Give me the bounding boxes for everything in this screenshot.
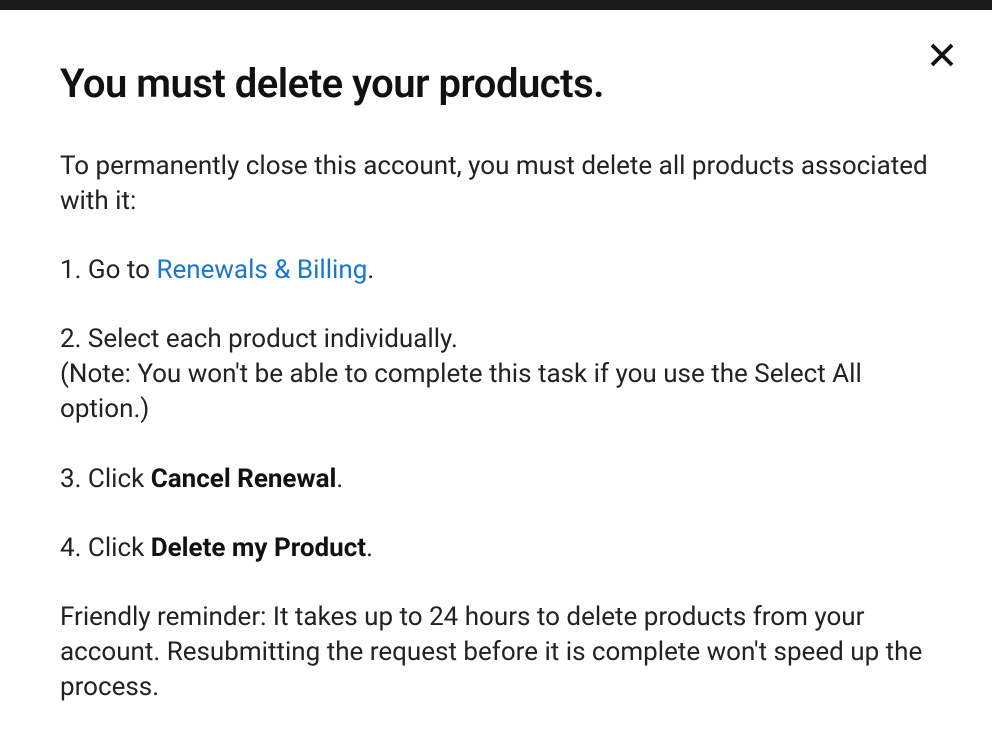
step-1-suffix: . [367, 255, 374, 285]
step-2-line2: (Note: You won't be able to complete thi… [60, 359, 862, 424]
close-icon [927, 55, 957, 74]
step-4-bold: Delete my Product [151, 533, 366, 563]
renewals-billing-link[interactable]: Renewals & Billing [156, 255, 367, 285]
modal-title: You must delete your products. [60, 60, 932, 107]
step-3-prefix: 3. Click [60, 464, 151, 494]
step-3: 3. Click Cancel Renewal. [60, 462, 932, 497]
close-button[interactable] [927, 40, 957, 74]
reminder-text: Friendly reminder: It takes up to 24 hou… [60, 600, 932, 705]
modal-container: You must delete your products. To perman… [0, 10, 992, 745]
step-4-prefix: 4. Click [60, 533, 151, 563]
step-1-prefix: 1. Go to [60, 255, 156, 285]
step-3-bold: Cancel Renewal [151, 464, 337, 494]
step-2-line1: 2. Select each product individually. [60, 324, 458, 354]
step-4-suffix: . [366, 533, 373, 563]
step-3-suffix: . [336, 464, 343, 494]
step-1: 1. Go to Renewals & Billing. [60, 253, 932, 288]
step-2: 2. Select each product individually. (No… [60, 322, 932, 427]
step-4: 4. Click Delete my Product. [60, 531, 932, 566]
intro-text: To permanently close this account, you m… [60, 149, 932, 219]
top-bar [0, 0, 992, 10]
